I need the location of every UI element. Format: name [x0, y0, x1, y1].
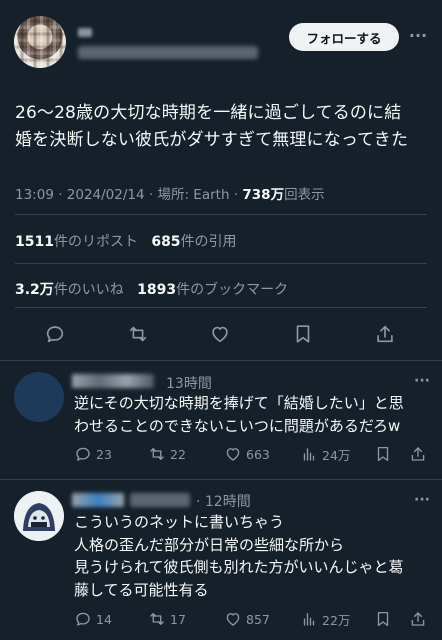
view-count-label: 回表示 — [284, 187, 325, 203]
like-count: 663 — [246, 446, 270, 462]
stats-row-reposts: 1511件のリポスト 685件の引用 — [15, 231, 237, 251]
reply-avatar[interactable] — [14, 372, 64, 422]
divider — [15, 263, 427, 264]
like-icon[interactable] — [206, 320, 234, 348]
reply-repost-button[interactable]: 22 — [148, 444, 186, 464]
author-handle-blurred[interactable] — [78, 46, 258, 59]
view-count: 738万 — [242, 187, 285, 203]
views-icon — [303, 613, 315, 626]
reply-avatar[interactable] — [14, 491, 64, 541]
repost-count: 17 — [170, 611, 186, 627]
more-icon[interactable]: ··· — [412, 371, 432, 391]
tweet-text: 26〜28歳の大切な時期を一緒に過ごしてるのに結 婚を決断しない彼氏がダサすぎて… — [15, 100, 433, 154]
reply-author-blurred[interactable] — [72, 493, 124, 507]
reply-share-button[interactable] — [409, 609, 427, 629]
tweet-meta: 13:09 · 2024/02/14 · 場所: Earth · 738万回表示 — [15, 183, 325, 203]
reply-share-button[interactable] — [409, 444, 427, 464]
share-icon — [411, 447, 425, 461]
repost-icon — [150, 448, 164, 460]
reply-reply-button[interactable]: 14 — [74, 609, 112, 629]
quote-stat[interactable]: 685件の引用 — [151, 234, 236, 250]
divider — [15, 307, 427, 308]
reply-action-bar: 23 22 663 24万 — [74, 444, 436, 464]
repost-count: 22 — [170, 446, 186, 462]
reply-bookmark-button[interactable] — [374, 609, 392, 629]
reply-views-button[interactable]: 24万 — [300, 444, 350, 464]
like-count: 857 — [246, 611, 270, 627]
reply-icon[interactable] — [41, 320, 69, 348]
views-count: 24万 — [322, 447, 351, 463]
reply-icon — [76, 612, 90, 626]
reply-reply-button[interactable]: 23 — [74, 444, 112, 464]
bookmark-icon — [377, 446, 389, 462]
bookmark-icon — [377, 611, 389, 627]
reply-bookmark-button[interactable] — [374, 444, 392, 464]
author-name-blurred[interactable] — [78, 28, 92, 37]
divider — [0, 479, 442, 480]
reply-count: 23 — [96, 446, 112, 462]
follow-button[interactable]: フォローする — [289, 23, 399, 51]
tweet-text-line: 26〜28歳の大切な時期を一緒に過ごしてるのに結 — [15, 103, 402, 123]
repost-stat[interactable]: 1511件のリポスト — [15, 234, 138, 250]
like-icon — [226, 448, 240, 461]
reply-like-button[interactable]: 663 — [224, 444, 270, 464]
reply-text: こういうのネットに書いちゃう 人格の歪んだ部分が日常の些細な所から 見うけられて… — [74, 513, 404, 599]
tweet-action-bar — [0, 320, 442, 348]
reply-count: 14 — [96, 611, 112, 627]
reply-views-button[interactable]: 22万 — [300, 609, 350, 629]
more-icon[interactable]: ··· — [408, 26, 428, 46]
more-icon[interactable]: ··· — [412, 490, 432, 510]
reply-timestamp[interactable]: 13時間 — [166, 373, 212, 393]
reply-like-button[interactable]: 857 — [224, 609, 270, 629]
like-icon — [226, 613, 240, 626]
repost-icon[interactable] — [124, 320, 152, 348]
views-count: 22万 — [322, 612, 351, 628]
bookmark-icon[interactable] — [289, 320, 317, 348]
views-icon — [303, 448, 315, 461]
reply-timestamp[interactable]: · 12時間 — [196, 491, 251, 511]
tweet-text-line: 婚を決断しない彼氏がダサすぎて無理になってきた — [15, 130, 409, 150]
reply-author-blurred[interactable] — [72, 374, 154, 388]
repost-icon — [150, 613, 164, 625]
divider — [15, 214, 427, 215]
bookmark-stat[interactable]: 1893件のブックマーク — [137, 282, 288, 298]
reply-icon — [76, 447, 90, 461]
reply-repost-button[interactable]: 17 — [148, 609, 186, 629]
share-icon — [411, 612, 425, 626]
tweet-timestamp[interactable]: 13:09 · 2024/02/14 · 場所: Earth · — [15, 187, 242, 203]
reply-handle-blurred[interactable] — [130, 493, 190, 507]
divider — [0, 360, 442, 361]
author-avatar[interactable] — [14, 16, 66, 68]
reply-action-bar: 14 17 857 22万 — [74, 609, 436, 629]
like-stat[interactable]: 3.2万件のいいね — [15, 282, 124, 298]
stats-row-likes: 3.2万件のいいね 1893件のブックマーク — [15, 279, 288, 299]
share-icon[interactable] — [371, 320, 399, 348]
reply-text: 逆にその大切な時期を捧げて「結婚したい」と思 わせることのできないこいつに問題が… — [74, 394, 404, 435]
